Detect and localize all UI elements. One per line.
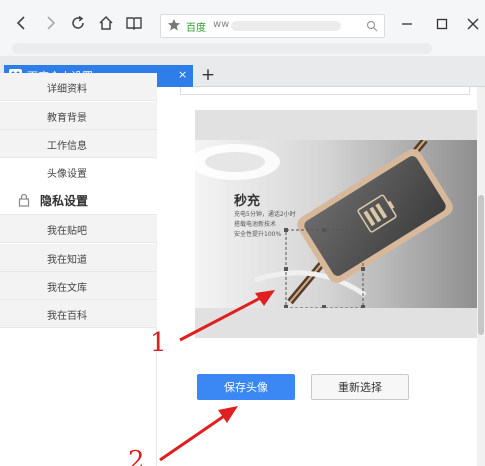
annotation-number-1: 1	[150, 328, 167, 358]
annotation-number-2: 2	[128, 446, 145, 466]
annotation-arrows	[159, 290, 275, 462]
